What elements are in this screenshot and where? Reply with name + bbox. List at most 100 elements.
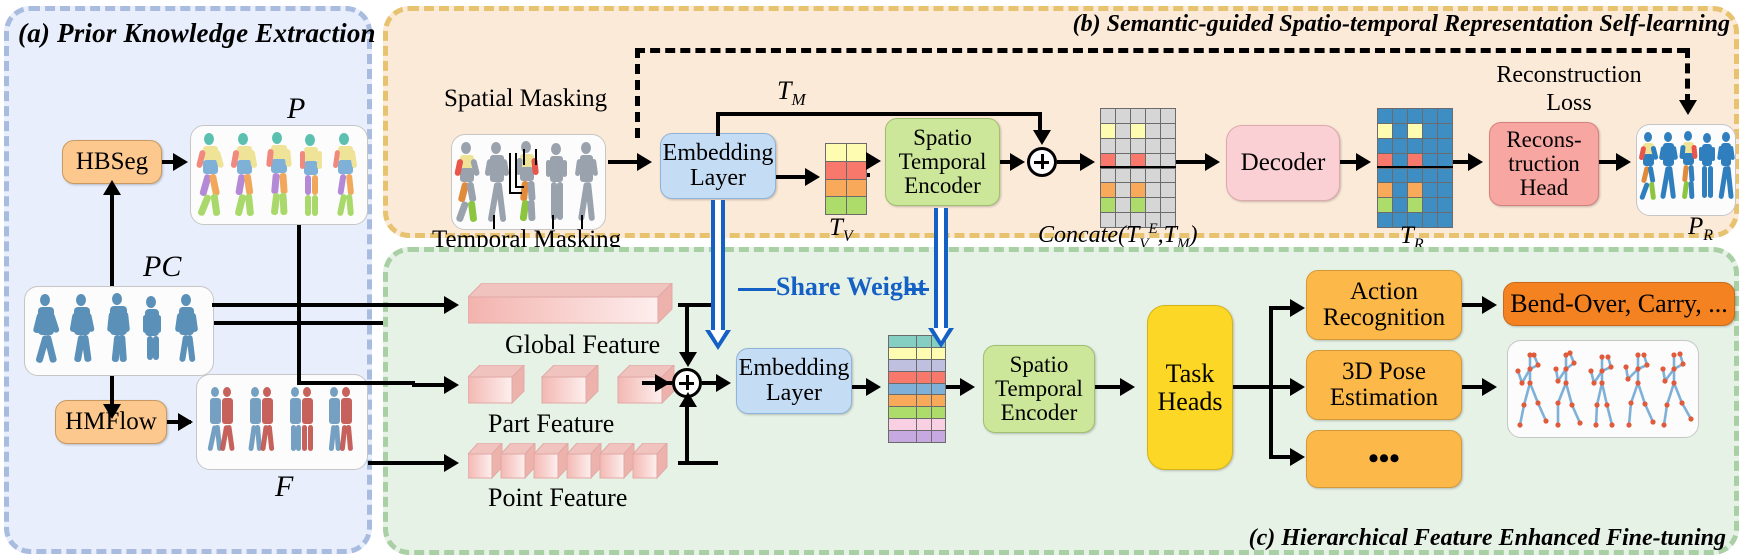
finetune-token-strip — [888, 335, 946, 443]
connector-p-down — [297, 225, 301, 323]
arrowhead-tm-into-plus — [1033, 130, 1051, 145]
global-feature-label: Global Feature — [505, 330, 661, 359]
task-heads-line1: Task — [1165, 359, 1215, 389]
recon-head-line3: Head — [1519, 174, 1569, 200]
scene-flow-card — [196, 374, 368, 470]
masked-point-cloud-card — [451, 134, 606, 230]
connector-point-to-plus-v — [685, 404, 689, 462]
recon-loss-dashed-horizontal — [635, 48, 1687, 53]
panel-a-title: (a) Prior Knowledge Extraction — [18, 18, 376, 48]
action-result-label: Bend-Over, Carry, ... — [1510, 289, 1728, 319]
arrowhead-global-feature — [444, 296, 459, 314]
connector-p-to-partfeature-horiz — [297, 381, 415, 385]
taskheads-bus-vertical — [1269, 306, 1273, 458]
point-feature-cuboids — [466, 441, 680, 483]
arrowhead-branch-action — [1290, 299, 1305, 317]
concate-split-rule — [1100, 166, 1176, 168]
hbseg-box[interactable]: HBSeg — [62, 140, 162, 184]
arrowhead-embedding-to-tokens-c — [866, 378, 881, 396]
spatio-temporal-encoder-b[interactable]: Spatio Temporal Encoder — [885, 118, 1000, 206]
tr-split-rule — [1377, 166, 1453, 168]
label-tm: TM — [777, 76, 806, 110]
head-action-recognition[interactable]: Action Recognition — [1306, 270, 1462, 340]
reconstruction-loss-line2: Loss — [1546, 90, 1592, 116]
st-encoder-c-line3: Encoder — [1000, 399, 1078, 425]
part-feature-cuboids — [466, 363, 680, 407]
point-cloud-pc-figure — [33, 293, 198, 363]
embedding-layer-b[interactable]: Embedding Layer — [660, 133, 776, 199]
arrowhead-mask-to-embedding — [637, 153, 652, 171]
decoder-box[interactable]: Decoder — [1226, 125, 1340, 201]
connector-point-to-plus-h — [678, 461, 718, 465]
arrowhead-encoder-to-taskheads — [1120, 378, 1135, 396]
arrowhead-branch-pose — [1290, 378, 1305, 396]
arrowhead-hmflow-to-f — [178, 413, 193, 431]
arrowhead-decoder-to-tr — [1356, 153, 1371, 171]
panel-b-title: (b) Semantic-guided Spatio-temporal Repr… — [1072, 11, 1730, 37]
share-weight-rule-left — [738, 288, 776, 291]
masked-sequence-figure — [454, 141, 598, 229]
st-encoder-b-line1: Spatio — [913, 125, 972, 151]
concate-token-grid — [1100, 108, 1176, 228]
st-encoder-b-line3: Encoder — [904, 172, 981, 198]
share-weight-arrow-encoder — [928, 208, 954, 348]
connector-pc-right — [214, 321, 300, 325]
skeleton-figures — [1515, 350, 1694, 428]
task-heads-box[interactable]: Task Heads — [1147, 305, 1233, 470]
taskheads-bus-stub — [1233, 385, 1271, 389]
label-pr: PR — [1688, 213, 1714, 244]
arrowhead-pc-to-hbseg — [103, 180, 121, 195]
arrowhead-part-feature — [444, 376, 459, 394]
head-more-label: ••• — [1368, 442, 1400, 476]
connector-pc-to-hbseg — [110, 194, 114, 286]
head-more-tasks[interactable]: ••• — [1306, 430, 1462, 488]
segmented-body-parts-card — [190, 125, 368, 225]
figure-canvas: (a) Prior Knowledge Extraction PC HBSeg … — [0, 0, 1744, 560]
head-3d-pose-estimation[interactable]: 3D Pose Estimation — [1306, 350, 1462, 420]
arrowhead-pc-to-hmflow — [103, 404, 121, 419]
connector-pc-to-globalfeature — [212, 303, 416, 307]
arrowhead-tr-to-head — [1468, 153, 1483, 171]
spatial-masking-label: Spatial Masking — [444, 85, 608, 112]
recon-loss-dashed-vertical-left — [635, 48, 640, 138]
part-feature-shapes — [466, 363, 676, 405]
task-heads-line2: Heads — [1157, 386, 1223, 416]
st-encoder-c-line1: Spatio — [1009, 352, 1069, 378]
connector-p-to-partfeature-vert — [297, 321, 301, 383]
head-pose-line1: 3D Pose — [1341, 358, 1427, 385]
share-weight-rule-right — [905, 288, 929, 291]
embedding-layer-b-line1: Embedding — [662, 140, 774, 167]
arrowhead-action-to-result — [1482, 296, 1497, 314]
label-pc: PC — [143, 250, 182, 283]
arrowhead-embedding-to-tv — [805, 168, 820, 186]
arrowhead-encoder-to-plus — [1010, 153, 1025, 171]
decoder-label: Decoder — [1240, 149, 1326, 176]
pose-estimation-result-card — [1507, 340, 1699, 438]
embedding-layer-c[interactable]: Embedding Layer — [736, 348, 852, 414]
point-feature-shapes — [466, 441, 669, 480]
connector-f-to-pointfeature — [368, 461, 416, 465]
point-cloud-pr-figure — [1639, 131, 1735, 200]
arrowhead-tokens-to-encoder-c — [960, 378, 975, 396]
reconstruction-head-box[interactable]: Recons- truction Head — [1489, 122, 1599, 206]
point-cloud-f-figure — [207, 387, 353, 451]
connector-global-to-plus-v — [685, 303, 689, 359]
arrowhead-point-feature — [444, 454, 459, 472]
point-feature-label: Point Feature — [488, 483, 628, 512]
embedding-layer-c-line2: Layer — [766, 380, 822, 406]
embedding-layer-c-line1: Embedding — [738, 355, 850, 382]
label-p: P — [287, 92, 306, 125]
point-cloud-input-card — [24, 286, 214, 376]
action-recognition-result: Bend-Over, Carry, ... — [1503, 282, 1735, 326]
arrowhead-part-into-plus — [655, 374, 670, 392]
arrowhead-pose-to-result — [1482, 378, 1497, 396]
spatio-temporal-encoder-c[interactable]: Spatio Temporal Encoder — [983, 345, 1095, 433]
recon-loss-dashed-vertical-right — [1685, 48, 1690, 104]
recon-head-line1: Recons- — [1506, 127, 1582, 153]
connector-tm-across — [716, 112, 1042, 116]
panel-prior-knowledge-extraction — [4, 6, 372, 554]
st-encoder-b-line2: Temporal — [898, 149, 987, 175]
recon-head-line2: truction — [1508, 151, 1580, 177]
arrowhead-branch-other — [1290, 448, 1305, 466]
arrowhead-plus-to-embedding-c — [716, 374, 731, 392]
